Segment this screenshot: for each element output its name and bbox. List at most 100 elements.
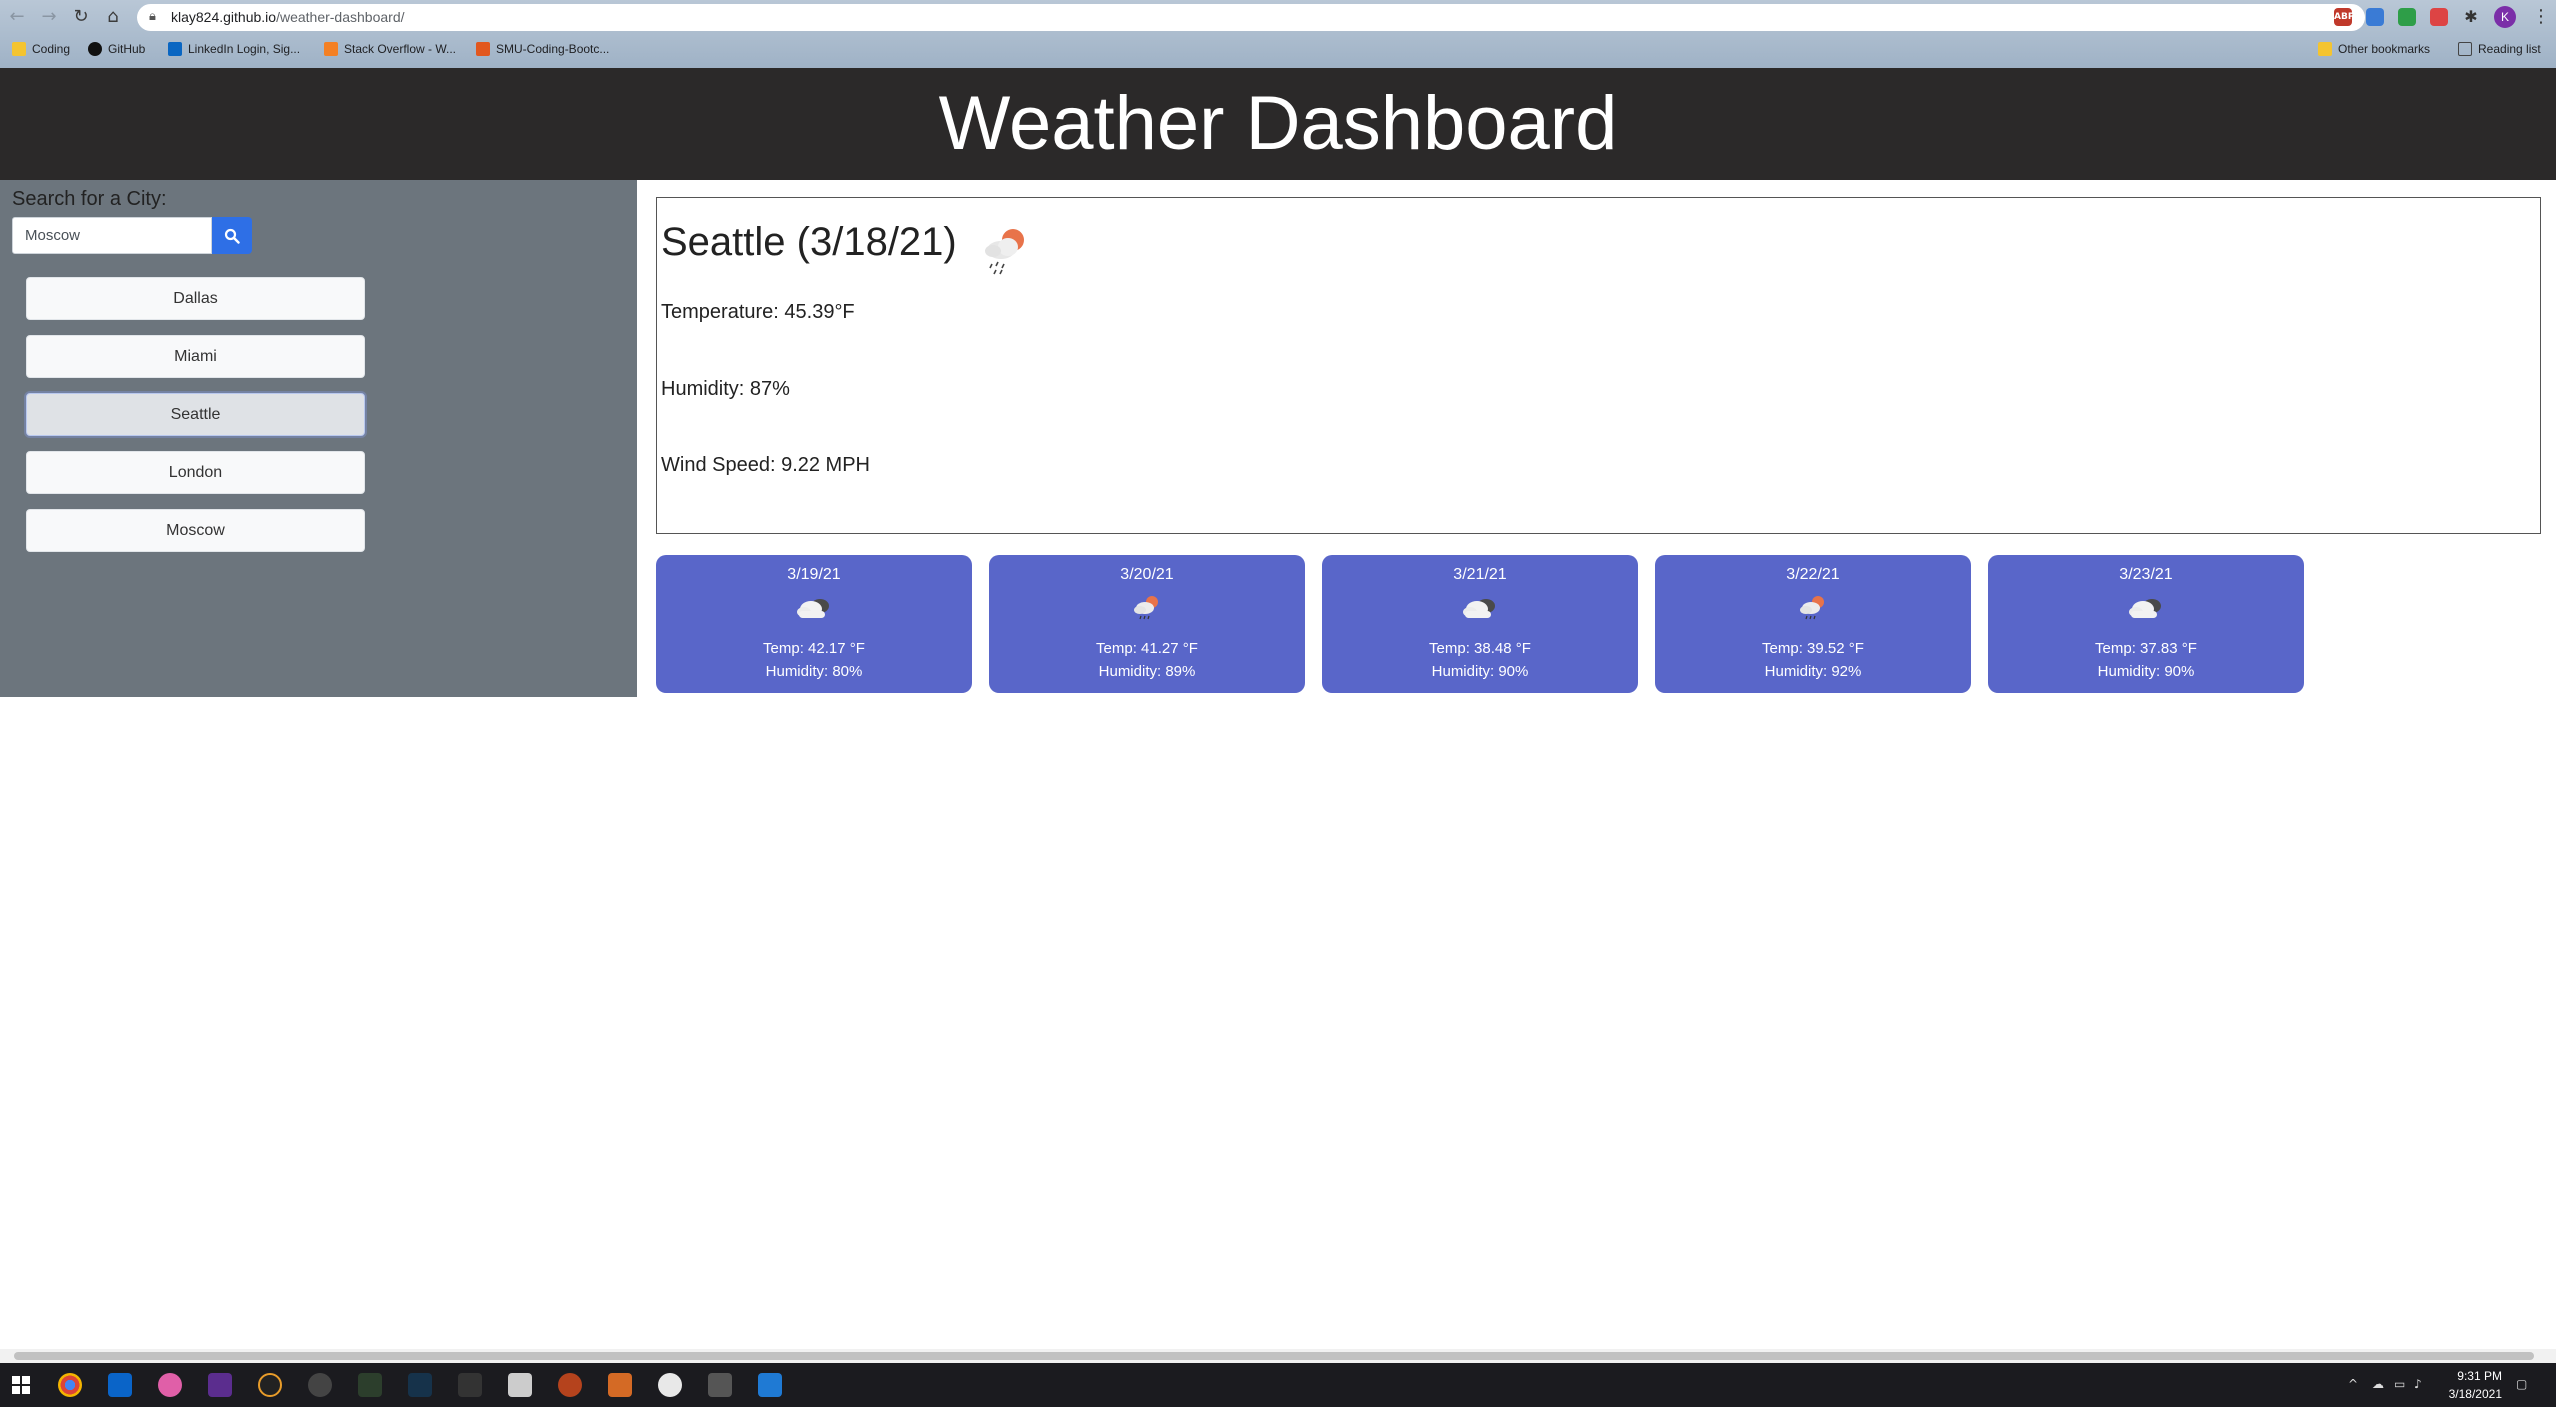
app-icon[interactable] <box>658 1373 682 1397</box>
cloud-icon <box>797 599 829 618</box>
bookmark-smu[interactable]: SMU-Coding-Bootc... <box>476 42 609 56</box>
forecast-temp: Temp: 41.27 °F <box>1096 640 1198 657</box>
search-icon <box>224 228 240 244</box>
app-icon[interactable] <box>358 1373 382 1397</box>
forecast-card: 3/22/21 Temp: 39.52 °F Humidity: 92% <box>1655 555 1971 693</box>
city-button-seattle[interactable]: Seattle <box>26 393 365 436</box>
app-icon[interactable] <box>608 1373 632 1397</box>
bookmark-stackoverflow[interactable]: Stack Overflow - W... <box>324 42 456 56</box>
other-bookmarks[interactable]: Other bookmarks <box>2318 42 2430 56</box>
home-icon[interactable]: ⌂ <box>102 6 124 28</box>
reading-list[interactable]: Reading list <box>2458 42 2541 56</box>
start-icon[interactable] <box>12 1376 30 1394</box>
rain-sun-icon <box>1800 596 1824 620</box>
forecast-temp: Temp: 42.17 °F <box>763 640 865 657</box>
network-icon[interactable]: ▭ <box>2394 1377 2405 1391</box>
profile-avatar[interactable]: K <box>2494 6 2516 28</box>
bookmarks-bar: Coding GitHub LinkedIn Login, Sig... Sta… <box>0 38 2556 64</box>
clock-date: 3/18/2021 <box>2448 1387 2502 1401</box>
bookmark-linkedin[interactable]: LinkedIn Login, Sig... <box>168 42 300 56</box>
browser-toolbar: ← → ↻ ⌂ 🔒︎ klay824.github.io/weather-das… <box>0 0 2556 68</box>
url-text[interactable]: klay824.github.io/weather-dashboard/ <box>171 9 405 25</box>
current-wind-speed: Wind Speed: 9.22 MPH <box>661 454 870 476</box>
search-button[interactable] <box>212 217 252 254</box>
forecast-humidity: Humidity: 92% <box>1764 663 1862 680</box>
browser-menu-icon[interactable]: ⋮ <box>2532 6 2550 27</box>
windows-taskbar: ^ ☁ ▭ ♪ 9:31 PM 3/18/2021 ▢ <box>0 1363 2556 1407</box>
stackoverflow-icon <box>324 42 338 56</box>
volume-icon[interactable]: ♪ <box>2414 1377 2422 1391</box>
forecast-date: 3/20/21 <box>1120 566 1174 583</box>
forecast-card: 3/20/21 Temp: 41.27 °F Humidity: 89% <box>989 555 1305 693</box>
forecast-humidity: Humidity: 89% <box>1098 663 1196 680</box>
rain-sun-icon <box>985 229 1024 275</box>
horizontal-scrollbar[interactable] <box>0 1349 2556 1363</box>
app-header: Weather Dashboard <box>0 68 2556 180</box>
cloud-icon <box>2129 599 2161 618</box>
forecast-temp: Temp: 39.52 °F <box>1762 640 1864 657</box>
folder-icon <box>12 42 26 56</box>
city-button-dallas[interactable]: Dallas <box>26 277 365 320</box>
forecast-date: 3/22/21 <box>1786 566 1840 583</box>
outlook-icon[interactable] <box>108 1373 132 1397</box>
search-label: Search for a City: <box>12 188 167 210</box>
cloud-icon <box>1463 599 1495 618</box>
forecast-humidity: Humidity: 90% <box>1431 663 1529 680</box>
city-button-london[interactable]: London <box>26 451 365 494</box>
current-temperature: Temperature: 45.39°F <box>661 301 855 323</box>
taskbar-clock[interactable]: 9:31 PM 3/18/2021 <box>2432 1367 2502 1403</box>
city-search-input[interactable] <box>12 217 212 254</box>
gitlab-icon <box>476 42 490 56</box>
forecast-temp: Temp: 38.48 °F <box>1429 640 1531 657</box>
forecast-temp: Temp: 37.83 °F <box>2095 640 2197 657</box>
reading-list-icon <box>2458 42 2472 56</box>
reload-icon[interactable]: ↻ <box>70 6 92 28</box>
chrome-icon[interactable] <box>58 1373 82 1397</box>
github-icon <box>88 42 102 56</box>
lock-icon: 🔒︎ <box>149 9 156 24</box>
app-icon[interactable] <box>308 1373 332 1397</box>
page-title: Weather Dashboard <box>938 81 1618 166</box>
forecast-date: 3/19/21 <box>787 566 841 583</box>
linkedin-icon <box>168 42 182 56</box>
bookmark-coding[interactable]: Coding <box>12 42 70 56</box>
forecast-humidity: Humidity: 90% <box>2097 663 2195 680</box>
onedrive-icon[interactable]: ☁ <box>2372 1377 2384 1391</box>
clock-time: 9:31 PM <box>2457 1369 2502 1383</box>
current-city-heading: Seattle (3/18/21) <box>661 220 957 264</box>
adblock-icon[interactable]: ABP <box>2334 8 2354 26</box>
scrollbar-thumb[interactable] <box>14 1352 2534 1360</box>
forward-icon[interactable]: → <box>38 6 60 28</box>
forecast-date: 3/23/21 <box>2119 566 2173 583</box>
rain-sun-icon <box>1134 596 1158 620</box>
forecast-date: 3/21/21 <box>1453 566 1507 583</box>
city-button-moscow[interactable]: Moscow <box>26 509 365 552</box>
folder-icon <box>2318 42 2332 56</box>
vscode-icon[interactable] <box>758 1373 782 1397</box>
forecast-card: 3/21/21 Temp: 38.48 °F Humidity: 90% <box>1322 555 1638 693</box>
app-icon[interactable] <box>458 1373 482 1397</box>
current-weather-panel: Seattle (3/18/21) Temperature: 45.39°F H… <box>656 197 2541 534</box>
tray-chevron-icon[interactable]: ^ <box>2348 1377 2358 1391</box>
forecast-card: 3/23/21 Temp: 37.83 °F Humidity: 90% <box>1988 555 2304 693</box>
green-extension-icon[interactable] <box>2398 8 2416 26</box>
five-icon[interactable] <box>508 1373 532 1397</box>
itunes-icon[interactable] <box>158 1373 182 1397</box>
bookmark-github[interactable]: GitHub <box>88 42 145 56</box>
app-icon[interactable] <box>558 1373 582 1397</box>
red-extension-icon[interactable] <box>2430 8 2448 26</box>
forecast-card: 3/19/21 Temp: 42.17 °F Humidity: 80% <box>656 555 972 693</box>
app-icon[interactable] <box>208 1373 232 1397</box>
puzzle-extensions-icon[interactable]: ✱ <box>2462 8 2480 26</box>
two-icon[interactable] <box>258 1373 282 1397</box>
address-bar[interactable]: 🔒︎ klay824.github.io/weather-dashboard/ … <box>137 4 2365 31</box>
back-icon[interactable]: ← <box>6 6 28 28</box>
notifications-icon[interactable]: ▢ <box>2516 1377 2527 1391</box>
city-button-miami[interactable]: Miami <box>26 335 365 378</box>
search-sidebar: Search for a City: Dallas Miami Seattle … <box>0 180 637 697</box>
forecast-humidity: Humidity: 80% <box>765 663 863 680</box>
cloud-extension-icon[interactable] <box>2366 8 2384 26</box>
current-humidity: Humidity: 87% <box>661 378 790 400</box>
app-icon[interactable] <box>408 1373 432 1397</box>
app-icon[interactable] <box>708 1373 732 1397</box>
